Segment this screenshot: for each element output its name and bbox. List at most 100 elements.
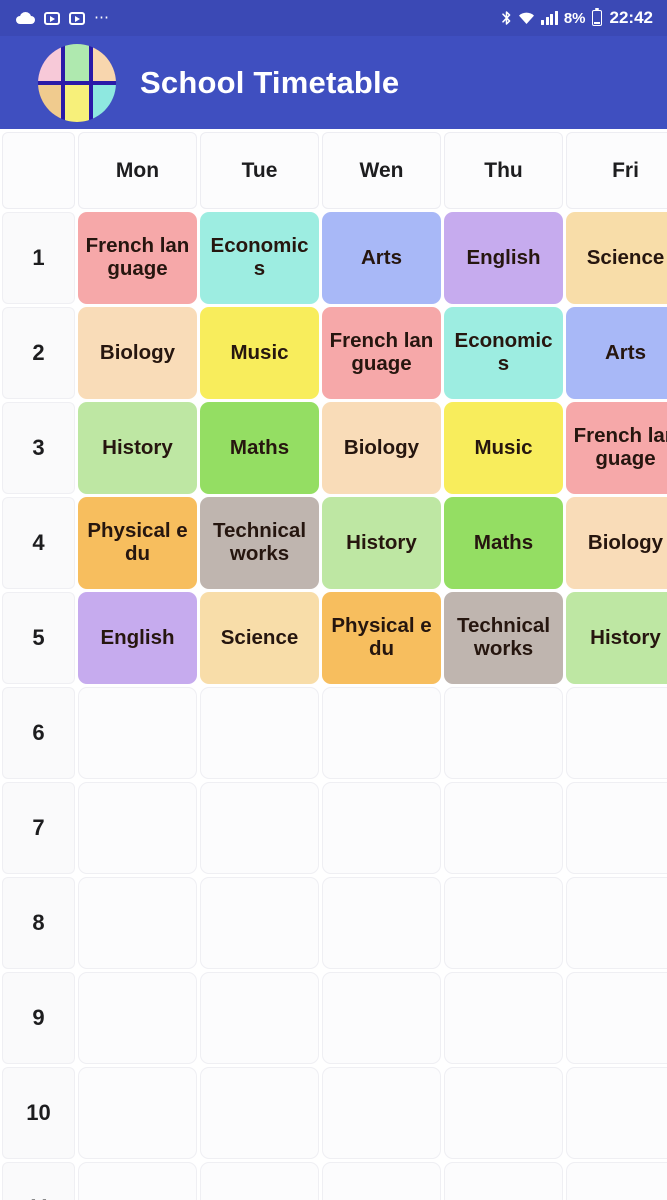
lesson-cell[interactable]: French language <box>322 307 441 399</box>
lesson-cell-empty[interactable] <box>78 782 197 874</box>
lesson-cell[interactable]: History <box>322 497 441 589</box>
lesson-cell-empty[interactable] <box>322 877 441 969</box>
lesson-cell[interactable]: Maths <box>200 402 319 494</box>
lesson-label: Arts <box>360 245 402 269</box>
lesson-cell[interactable]: Economics <box>200 212 319 304</box>
lesson-cell-empty[interactable] <box>444 1162 563 1200</box>
lesson-cell-empty[interactable] <box>566 1067 667 1159</box>
timetable-row: 8 <box>2 877 667 969</box>
lesson-cell-empty[interactable] <box>78 1067 197 1159</box>
logo-tile-1 <box>38 44 62 81</box>
app-logo-grid-icon <box>38 44 116 122</box>
lesson-cell[interactable]: English <box>444 212 563 304</box>
lesson-label: History <box>590 625 661 649</box>
lesson-label: Economics <box>454 329 553 375</box>
lesson-cell-empty[interactable] <box>444 877 563 969</box>
lesson-cell-empty[interactable] <box>566 877 667 969</box>
day-header-tue[interactable]: Tue <box>200 132 319 209</box>
lesson-cell-empty[interactable] <box>78 687 197 779</box>
app-bar: School Timetable <box>0 36 667 130</box>
lesson-cell[interactable]: Biology <box>322 402 441 494</box>
lesson-cell[interactable]: Biology <box>78 307 197 399</box>
period-number-cell: 9 <box>2 972 75 1064</box>
lesson-cell[interactable]: Arts <box>322 212 441 304</box>
timetable-row: 3 History Maths Biology Music French language <box>2 402 667 494</box>
lesson-cell-empty[interactable] <box>566 1162 667 1200</box>
lesson-cell-empty[interactable] <box>444 1067 563 1159</box>
day-header-row: Mon Tue Wen Thu Fri <box>2 132 667 209</box>
lesson-cell-empty[interactable] <box>78 877 197 969</box>
lesson-cell-empty[interactable] <box>444 687 563 779</box>
lesson-cell-empty[interactable] <box>200 877 319 969</box>
timetable-table: Mon Tue Wen Thu Fri 1 French language Economic… <box>0 129 667 1200</box>
lesson-cell-empty[interactable] <box>200 687 319 779</box>
lesson-cell-empty[interactable] <box>322 687 441 779</box>
logo-tile-5 <box>65 85 89 122</box>
logo-tile-6 <box>92 85 116 122</box>
lesson-cell-empty[interactable] <box>322 1162 441 1200</box>
lesson-cell[interactable]: Science <box>566 212 667 304</box>
signal-icon <box>541 11 558 25</box>
lesson-cell[interactable]: Music <box>444 402 563 494</box>
lesson-cell[interactable]: French language <box>78 212 197 304</box>
lesson-cell[interactable]: Science <box>200 592 319 684</box>
lesson-cell-empty[interactable] <box>78 1162 197 1200</box>
lesson-cell-empty[interactable] <box>200 1162 319 1200</box>
lesson-label: Maths <box>229 435 290 459</box>
timetable-row: 11 <box>2 1162 667 1200</box>
battery-percent-label: 8% <box>563 9 586 27</box>
lesson-cell-empty[interactable] <box>322 782 441 874</box>
lesson-label: Arts <box>604 340 646 364</box>
bluetooth-icon <box>501 10 512 26</box>
lesson-cell-empty[interactable] <box>200 972 319 1064</box>
lesson-cell[interactable]: History <box>566 592 667 684</box>
day-header-fri[interactable]: Fri <box>566 132 667 209</box>
cloud-icon <box>16 12 35 24</box>
lesson-label: French language <box>573 424 667 470</box>
lesson-label: Music <box>474 435 533 459</box>
lesson-cell-empty[interactable] <box>444 782 563 874</box>
lesson-label: Biology <box>99 340 176 364</box>
period-number-cell: 5 <box>2 592 75 684</box>
status-bar-clock: 22:42 <box>609 8 653 27</box>
lesson-cell[interactable]: Maths <box>444 497 563 589</box>
play-box-icon <box>44 11 60 25</box>
lesson-cell-empty[interactable] <box>200 782 319 874</box>
lesson-cell[interactable]: English <box>78 592 197 684</box>
lesson-cell[interactable]: Technical works <box>200 497 319 589</box>
period-number-cell: 7 <box>2 782 75 874</box>
period-number-cell: 11 <box>2 1162 75 1200</box>
lesson-label: English <box>466 245 541 269</box>
lesson-cell-empty[interactable] <box>566 687 667 779</box>
lesson-cell-empty[interactable] <box>444 972 563 1064</box>
day-header-mon[interactable]: Mon <box>78 132 197 209</box>
lesson-cell-empty[interactable] <box>78 972 197 1064</box>
period-number-cell: 1 <box>2 212 75 304</box>
lesson-cell[interactable]: Physical edu <box>78 497 197 589</box>
lesson-cell-empty[interactable] <box>566 972 667 1064</box>
lesson-cell[interactable]: Biology <box>566 497 667 589</box>
lesson-cell[interactable]: Economics <box>444 307 563 399</box>
timetable-row: 5 English Science Physical edu Technical wor… <box>2 592 667 684</box>
period-number-cell: 3 <box>2 402 75 494</box>
lesson-cell-empty[interactable] <box>566 782 667 874</box>
lesson-label: Technical works <box>456 614 551 660</box>
lesson-label: Biology <box>587 530 664 554</box>
lesson-label: Science <box>586 245 665 269</box>
lesson-cell[interactable]: Arts <box>566 307 667 399</box>
day-header-wen[interactable]: Wen <box>322 132 441 209</box>
day-header-thu[interactable]: Thu <box>444 132 563 209</box>
wifi-icon <box>518 11 535 25</box>
header-corner-cell <box>2 132 75 209</box>
timetable-body: 1 French language Economics Arts English Scie… <box>2 212 667 1200</box>
lesson-cell-empty[interactable] <box>322 972 441 1064</box>
lesson-cell[interactable]: French language <box>566 402 667 494</box>
lesson-cell-empty[interactable] <box>200 1067 319 1159</box>
lesson-cell[interactable]: Technical works <box>444 592 563 684</box>
lesson-cell[interactable]: Physical edu <box>322 592 441 684</box>
logo-tile-4 <box>38 85 62 122</box>
lesson-cell[interactable]: Music <box>200 307 319 399</box>
timetable-row: 9 <box>2 972 667 1064</box>
lesson-cell[interactable]: History <box>78 402 197 494</box>
lesson-cell-empty[interactable] <box>322 1067 441 1159</box>
